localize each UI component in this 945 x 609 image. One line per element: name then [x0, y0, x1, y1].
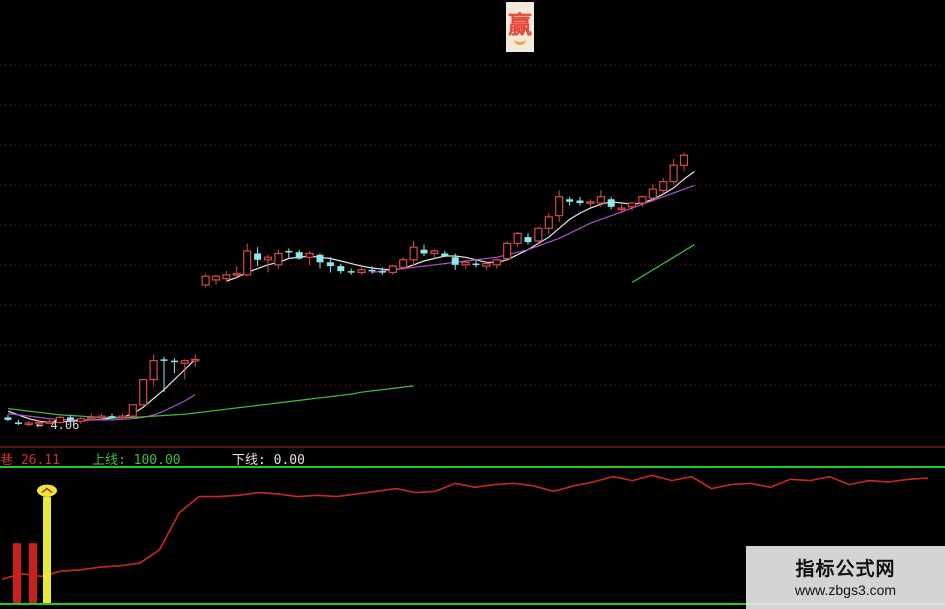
signal-bar [13, 543, 21, 603]
candle-body-up [211, 275, 221, 281]
candle-body-up [149, 360, 158, 381]
candle-body-down [160, 359, 168, 361]
candle-body-up [201, 275, 210, 286]
candle-body-up [534, 227, 543, 242]
candle-body-down [316, 254, 324, 263]
candle-body-down [576, 200, 584, 204]
low-price-value: 4.06 [50, 418, 80, 432]
candle-body-up [118, 415, 127, 419]
candle-body-down [607, 199, 615, 207]
candle-body-down [368, 269, 376, 272]
signal-cap-icon [37, 484, 57, 497]
candle-body-down [524, 237, 532, 243]
candle-body-up [222, 274, 231, 280]
candle-body-up [679, 154, 689, 166]
candle-body-up [430, 250, 439, 255]
candle-body-down [472, 263, 480, 266]
chart-canvas [0, 64, 945, 605]
candle-body-down [285, 250, 293, 253]
watermark: 指标公式网 www.zbgs3.com [746, 546, 945, 609]
candle-body-up [24, 422, 33, 426]
candle-body-up [492, 259, 501, 266]
candle-body-down [4, 417, 12, 420]
lower-line-label: 下线: 0.00 [232, 453, 305, 468]
candle-body-down [108, 416, 116, 418]
candle-body-up [274, 252, 283, 266]
candle-body-down [337, 266, 345, 272]
candle-body-down [295, 252, 303, 259]
candle-body-up [503, 242, 512, 260]
candle-body-up [659, 181, 668, 192]
candle-body-up [263, 256, 273, 261]
signal-bar [29, 543, 37, 603]
candle-body-up [243, 250, 252, 276]
candle-body-down [566, 199, 574, 202]
candle-body-down [378, 271, 386, 273]
indicator-value-label: 巷 26.11 [0, 453, 60, 468]
candle-body-down [14, 422, 22, 424]
candle-body-up [638, 196, 647, 204]
candle-body-up [482, 262, 491, 267]
candle-body-down [254, 253, 262, 260]
candle-body-up [180, 360, 189, 364]
candle-body-up [461, 261, 470, 266]
watermark-title: 指标公式网 [795, 558, 896, 580]
candle-body-up [513, 232, 522, 244]
candle-body-up [232, 273, 241, 276]
candle-body-down [441, 253, 449, 256]
low-price-marker: ← 4.06 [36, 418, 80, 432]
candle-body-up [617, 207, 626, 211]
candle-body-up [586, 201, 595, 204]
candle-body-up [87, 416, 96, 420]
candle-body-down [451, 257, 459, 265]
candle-body-down [347, 271, 355, 273]
candle-body-up [399, 259, 408, 268]
candle-body-up [305, 252, 314, 258]
candle-body-up [357, 269, 366, 273]
logo-glyph: 赢 [508, 11, 532, 39]
logo-swoosh-icon [514, 36, 526, 45]
candle-body-up [191, 358, 200, 362]
candle-body-up [97, 415, 106, 419]
candle-body-down [170, 360, 178, 363]
candle-body-down [420, 249, 428, 254]
indicator-value: 26.11 [20, 453, 60, 468]
candle-body-up [388, 265, 397, 273]
candle-body-up [669, 164, 678, 183]
signal-bar [43, 496, 51, 603]
candle-body-up [128, 404, 137, 417]
logo: 赢 [506, 2, 534, 52]
candle-body-up [409, 246, 418, 261]
candle-body-up [596, 196, 605, 204]
candle-body-up [544, 216, 553, 229]
candle-body-up [139, 378, 148, 406]
candle-body-up [648, 188, 657, 199]
watermark-url: www.zbgs3.com [794, 582, 897, 598]
candle-body-up [627, 202, 637, 208]
candle-body-up [555, 196, 564, 217]
upper-line-label: 上线: 100.00 [92, 453, 181, 468]
candle-body-down [326, 262, 334, 267]
